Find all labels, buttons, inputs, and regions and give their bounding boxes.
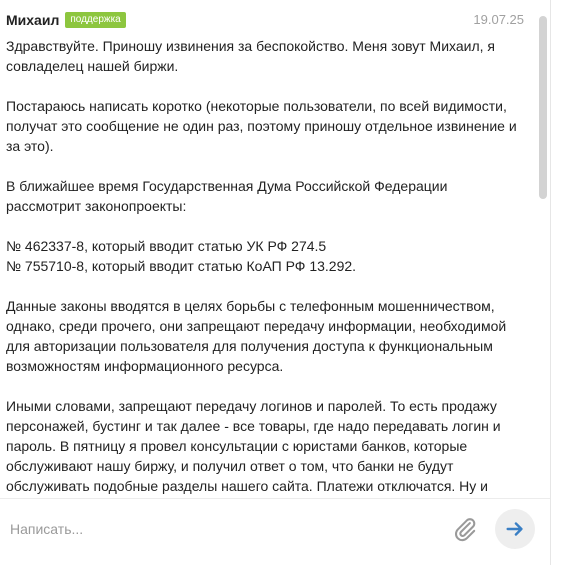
scrollbar-thumb[interactable] [539, 16, 547, 199]
paperclip-icon [455, 518, 476, 542]
message-body: Здравствуйте. Приношу извинения за беспо… [6, 36, 521, 498]
message-paragraph: Здравствуйте. Приношу извинения за беспо… [6, 38, 496, 74]
message-paragraph: Постараюсь написать коротко (некоторые п… [6, 98, 517, 154]
message-paragraph: Иными словами, запрещают передачу логино… [6, 398, 501, 494]
message-area[interactable]: Михаил поддержка 19.07.25 Здравствуйте. … [0, 0, 550, 498]
side-strip [550, 0, 587, 565]
message-paragraph: Данные законы вводятся в целях борьбы с … [6, 298, 507, 374]
message-scrollbar[interactable] [539, 14, 549, 498]
message-timestamp: 19.07.25 [473, 12, 524, 27]
chat-panel: Михаил поддержка 19.07.25 Здравствуйте. … [0, 0, 550, 565]
support-badge: поддержка [65, 12, 126, 28]
attach-button[interactable] [449, 513, 481, 545]
message-input[interactable] [10, 517, 430, 541]
message-paragraph: В ближайшее время Государственная Дума Р… [6, 178, 448, 214]
message-author[interactable]: Михаил [6, 12, 59, 28]
arrow-right-icon [506, 522, 523, 536]
message-header: Михаил поддержка 19.07.25 [6, 10, 524, 30]
message-paragraph: № 462337-8, который вводит статью УК РФ … [6, 238, 327, 254]
send-button[interactable] [495, 509, 535, 549]
message-composer [0, 498, 550, 561]
message-paragraph: № 755710-8, который вводит статью КоАП Р… [6, 258, 357, 274]
